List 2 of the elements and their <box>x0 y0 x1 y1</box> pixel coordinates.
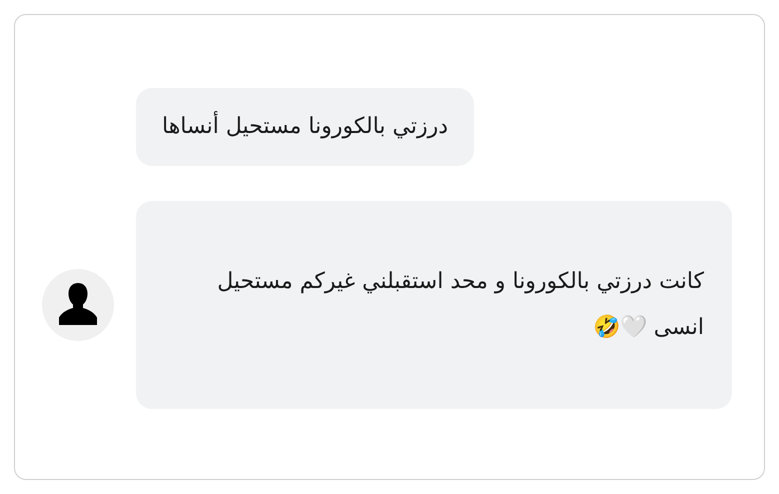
message-text: كانت درزتي بالكورونا و محد استقبلني غيركم مستحيل انسى 🤍🤣 <box>216 268 704 342</box>
message-text: درزتي بالكورونا مستحيل أنساها <box>162 104 448 150</box>
